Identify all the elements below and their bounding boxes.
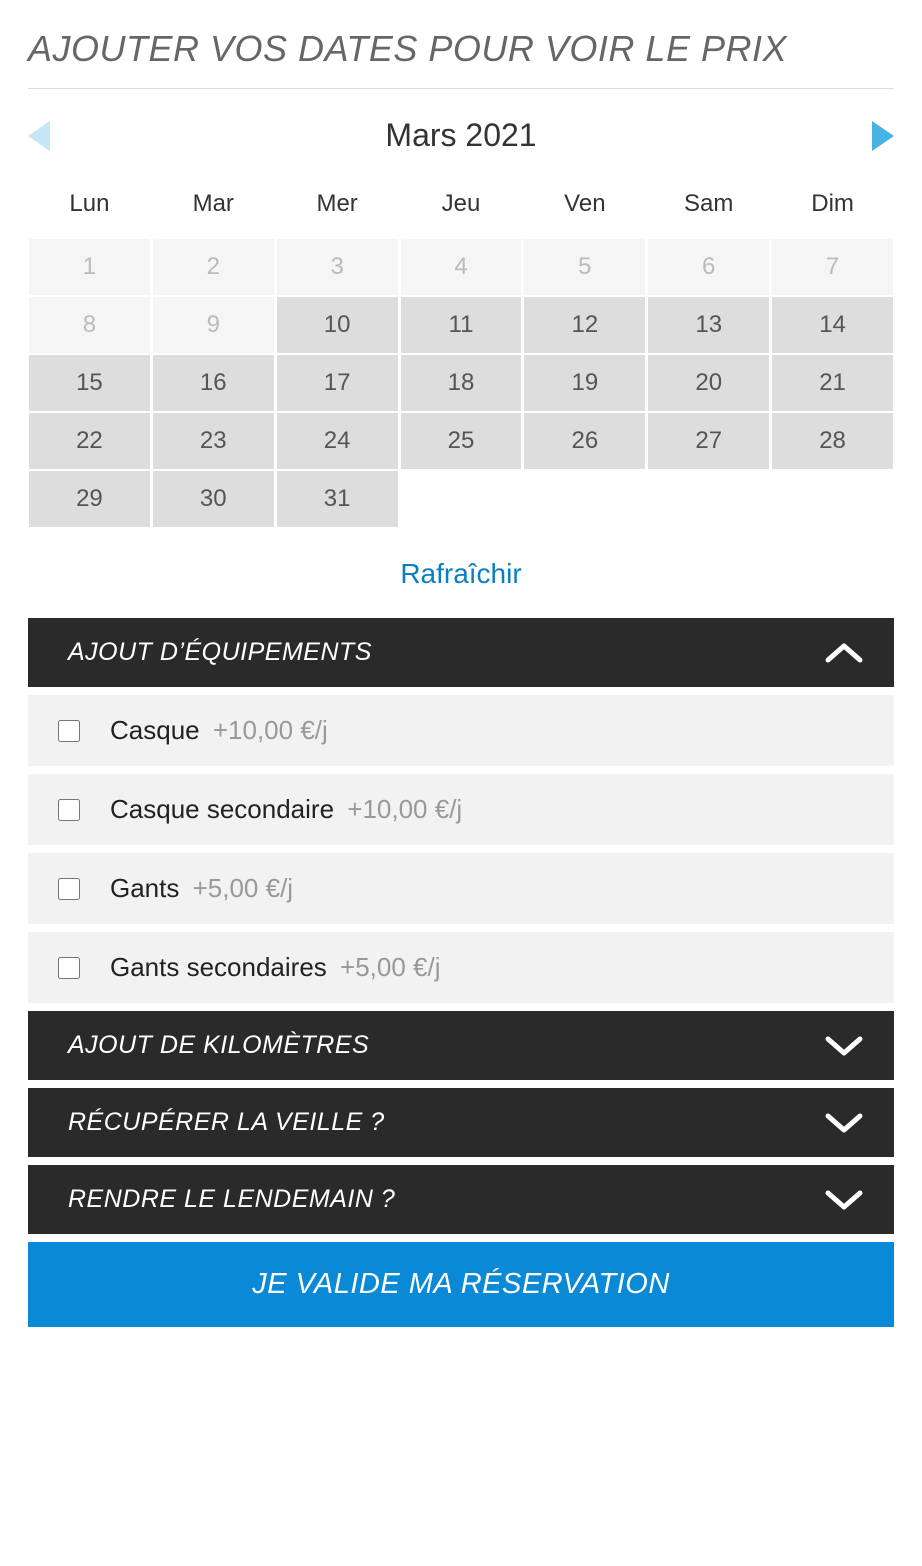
day-1: 1 [28, 238, 151, 296]
day-12[interactable]: 12 [523, 296, 646, 354]
accordion-title: RÉCUPÉRER LA VEILLE ? [68, 1108, 385, 1137]
day-29[interactable]: 29 [28, 470, 151, 528]
chevron-down-icon [824, 1112, 864, 1134]
month-label: Mars 2021 [385, 117, 536, 154]
dow-header: Ven [523, 178, 646, 238]
equipment-label: Casque [110, 715, 200, 745]
day-2: 2 [152, 238, 275, 296]
validate-button[interactable]: JE VALIDE MA RÉSERVATION [28, 1242, 894, 1327]
chevron-right-icon [872, 121, 894, 151]
accordion-title: RENDRE LE LENDEMAIN ? [68, 1185, 395, 1214]
next-month-button[interactable] [872, 121, 894, 151]
chevron-down-icon [824, 1035, 864, 1057]
prev-month-button[interactable] [28, 121, 50, 151]
day-16[interactable]: 16 [152, 354, 275, 412]
chevron-left-icon [28, 121, 50, 151]
accordion-pickup-eve[interactable]: RÉCUPÉRER LA VEILLE ? [28, 1088, 894, 1157]
day-13[interactable]: 13 [647, 296, 770, 354]
chevron-up-icon [824, 642, 864, 664]
dow-header: Dim [771, 178, 894, 238]
equipment-label: Gants secondaires [110, 952, 327, 982]
day-3: 3 [276, 238, 399, 296]
day-24[interactable]: 24 [276, 412, 399, 470]
equipment-checkbox[interactable] [58, 720, 80, 742]
calendar-grid: LunMarMerJeuVenSamDim 123456789101112131… [28, 178, 894, 528]
day-27[interactable]: 27 [647, 412, 770, 470]
dow-header: Lun [28, 178, 151, 238]
equipment-item: Casque secondaire +10,00 €/j [28, 774, 894, 845]
equipment-label: Casque secondaire [110, 794, 334, 824]
calendar-header: Mars 2021 [28, 117, 894, 154]
day-empty [400, 470, 523, 528]
equipment-item: Casque +10,00 €/j [28, 695, 894, 766]
day-11[interactable]: 11 [400, 296, 523, 354]
day-19[interactable]: 19 [523, 354, 646, 412]
equipment-item: Gants +5,00 €/j [28, 853, 894, 924]
equipment-checkbox[interactable] [58, 878, 80, 900]
accordion-title: AJOUT D’ÉQUIPEMENTS [68, 638, 372, 667]
dow-header: Jeu [400, 178, 523, 238]
day-28[interactable]: 28 [771, 412, 894, 470]
equipment-item: Gants secondaires +5,00 €/j [28, 932, 894, 1003]
chevron-down-icon [824, 1189, 864, 1211]
equipment-checkbox[interactable] [58, 799, 80, 821]
equipment-list: Casque +10,00 €/jCasque secondaire +10,0… [28, 695, 894, 1003]
day-30[interactable]: 30 [152, 470, 275, 528]
accordion-return-next[interactable]: RENDRE LE LENDEMAIN ? [28, 1165, 894, 1234]
day-21[interactable]: 21 [771, 354, 894, 412]
day-5: 5 [523, 238, 646, 296]
equipment-label: Gants [110, 873, 179, 903]
dow-header: Sam [647, 178, 770, 238]
equipment-checkbox[interactable] [58, 957, 80, 979]
day-empty [647, 470, 770, 528]
day-26[interactable]: 26 [523, 412, 646, 470]
day-25[interactable]: 25 [400, 412, 523, 470]
day-10[interactable]: 10 [276, 296, 399, 354]
refresh-link[interactable]: Rafraîchir [400, 558, 521, 589]
day-31[interactable]: 31 [276, 470, 399, 528]
day-empty [523, 470, 646, 528]
day-18[interactable]: 18 [400, 354, 523, 412]
day-4: 4 [400, 238, 523, 296]
day-8: 8 [28, 296, 151, 354]
dow-header: Mer [276, 178, 399, 238]
accordion-equipment[interactable]: AJOUT D’ÉQUIPEMENTS [28, 618, 894, 687]
day-empty [771, 470, 894, 528]
equipment-price: +5,00 €/j [333, 952, 441, 982]
dow-header: Mar [152, 178, 275, 238]
day-15[interactable]: 15 [28, 354, 151, 412]
day-17[interactable]: 17 [276, 354, 399, 412]
equipment-price: +5,00 €/j [185, 873, 293, 903]
day-14[interactable]: 14 [771, 296, 894, 354]
accordion-kilometres[interactable]: AJOUT DE KILOMÈTRES [28, 1011, 894, 1080]
equipment-price: +10,00 €/j [340, 794, 462, 824]
day-9: 9 [152, 296, 275, 354]
refresh-container: Rafraîchir [28, 558, 894, 590]
day-23[interactable]: 23 [152, 412, 275, 470]
page-title: AJOUTER VOS DATES POUR VOIR LE PRIX [28, 28, 894, 89]
day-7: 7 [771, 238, 894, 296]
day-22[interactable]: 22 [28, 412, 151, 470]
accordion-title: AJOUT DE KILOMÈTRES [68, 1031, 369, 1060]
day-20[interactable]: 20 [647, 354, 770, 412]
day-6: 6 [647, 238, 770, 296]
equipment-price: +10,00 €/j [206, 715, 328, 745]
